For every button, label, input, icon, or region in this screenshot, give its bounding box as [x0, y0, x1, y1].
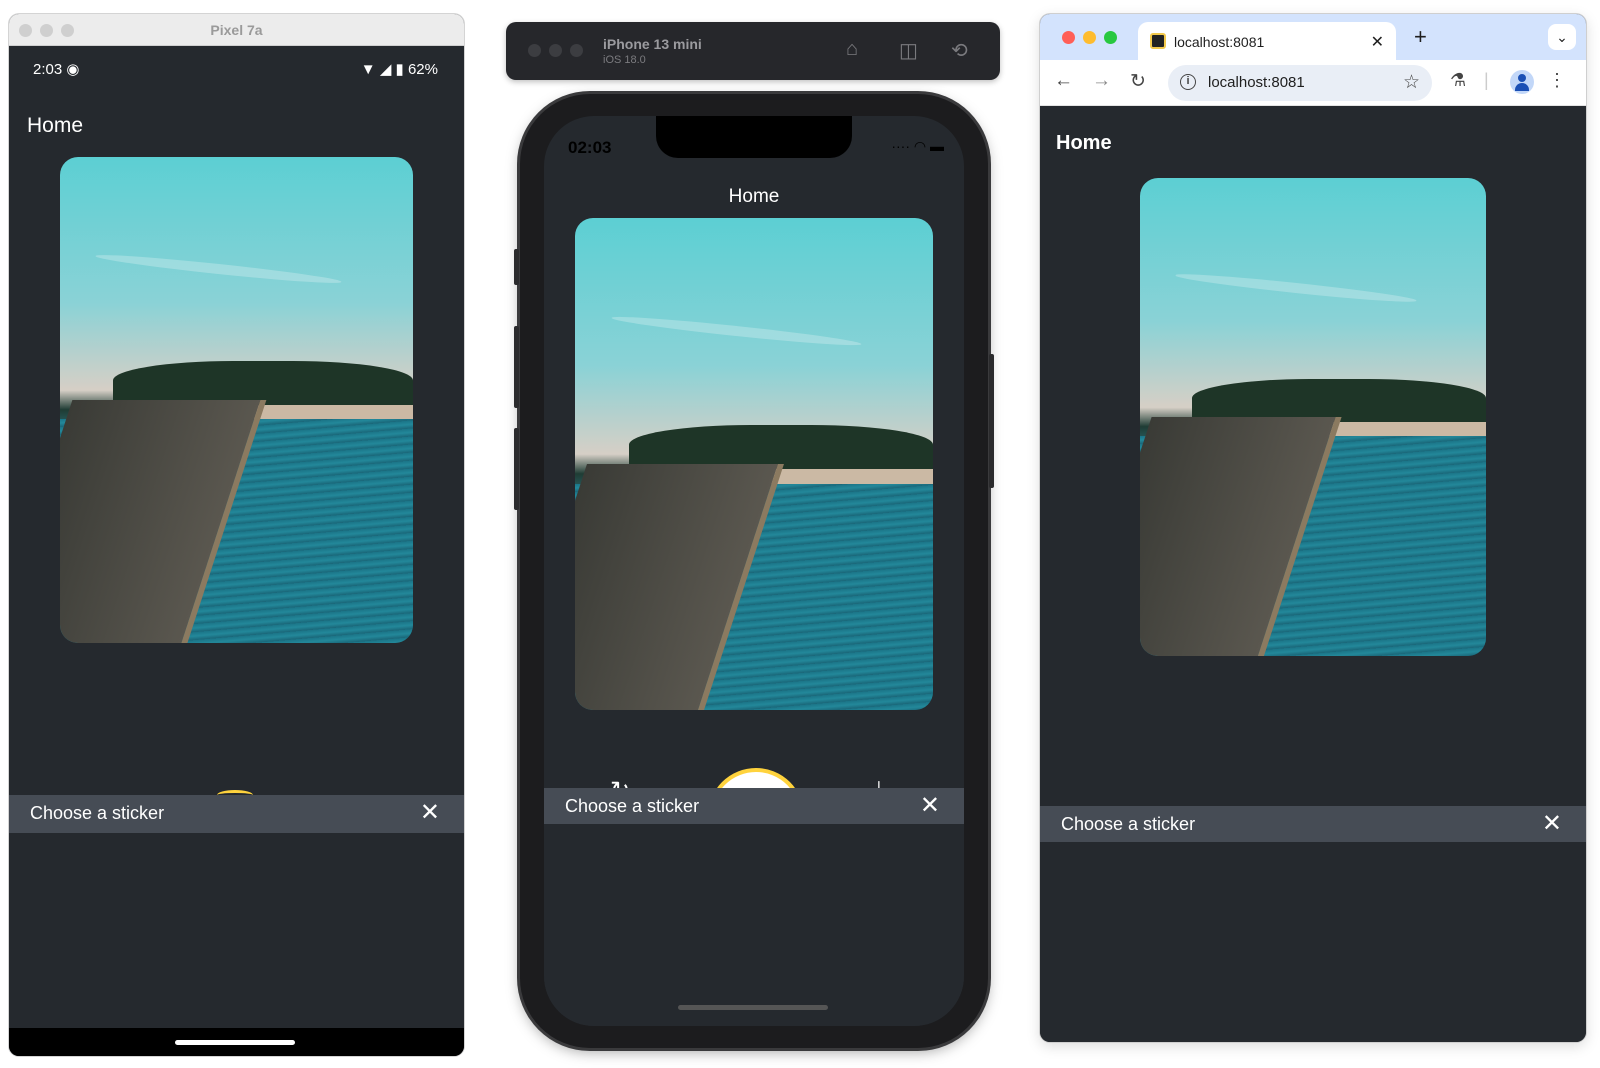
- favicon-icon: [1150, 33, 1166, 49]
- reload-icon[interactable]: ↻: [1130, 70, 1146, 93]
- address-bar[interactable]: i localhost:8081 ☆: [1168, 65, 1432, 101]
- window-zoom-dot[interactable]: [570, 44, 583, 57]
- android-emulator-window: Pixel 7a 2:03 ◉ ▼ ◢ ▮ 62% Home Choose a …: [9, 14, 464, 1056]
- battery-icon: ▬: [930, 138, 944, 154]
- emoji-picker-title-bar: Choose a sticker ✕: [544, 788, 964, 824]
- signal-icon: ◢: [379, 61, 392, 78]
- page-title: Home: [27, 114, 84, 137]
- emoji-picker-title-bar: Choose a sticker ✕: [9, 795, 464, 833]
- android-status-time: 2:03 ◉: [33, 61, 80, 78]
- tab-title: localhost:8081: [1174, 34, 1265, 50]
- emoji-picker-sheet: Choose a sticker ✕: [544, 788, 964, 1026]
- window-minimize-dot[interactable]: [549, 44, 562, 57]
- page-title: Home: [728, 186, 780, 207]
- android-status-bar: 2:03 ◉ ▼ ◢ ▮ 62%: [9, 46, 464, 90]
- android-window-titlebar: Pixel 7a: [9, 14, 464, 46]
- emoji-picker-title: Choose a sticker: [30, 803, 165, 823]
- rotate-icon[interactable]: ⟲: [951, 38, 968, 63]
- iphone-frame: 02:03 ···· ◠ ▬ Home ↻ ⤓ Choose a sticker…: [514, 94, 994, 1048]
- profile-icon[interactable]: [1510, 70, 1534, 94]
- emoji-picker-sheet: Choose a sticker ✕: [1040, 806, 1586, 1042]
- window-minimize-dot[interactable]: [1083, 31, 1096, 44]
- page-title: Home: [1056, 132, 1112, 154]
- ios-simulator-toolbar: iPhone 13 mini iOS 18.0 ⌂ ◫ ⟲: [506, 22, 1000, 80]
- browser-toolbar: ← → ↻ i localhost:8081 ☆ ⚗ | ⋮: [1040, 60, 1586, 106]
- emoji-picker-title: Choose a sticker: [1061, 814, 1196, 834]
- new-tab-button[interactable]: +: [1414, 24, 1427, 50]
- gesture-home-indicator[interactable]: [678, 1005, 828, 1010]
- home-icon[interactable]: ⌂: [846, 38, 858, 61]
- volume-up-button: [514, 326, 519, 408]
- notification-icon: ◉: [66, 61, 80, 78]
- emoji-picker-sheet: Choose a sticker ✕: [9, 795, 464, 1056]
- screenshot-icon[interactable]: ◫: [899, 38, 918, 63]
- star-icon[interactable]: ☆: [1403, 71, 1420, 94]
- wifi-icon: ◠: [913, 138, 927, 154]
- background-image: [1140, 178, 1486, 656]
- signal-icon: ····: [891, 138, 910, 154]
- labs-flask-icon[interactable]: ⚗: [1450, 70, 1466, 91]
- battery-icon: ▮: [395, 61, 404, 78]
- kebab-menu-icon[interactable]: ⋮: [1548, 70, 1566, 91]
- chevron-down-icon[interactable]: ⌄: [1548, 24, 1576, 50]
- volume-down-button: [514, 428, 519, 510]
- background-image: [575, 218, 933, 710]
- forward-arrow-icon[interactable]: →: [1092, 70, 1111, 92]
- emoji-picker-title: Choose a sticker: [565, 796, 700, 816]
- tab-strip: localhost:8081 ✕ + ⌄: [1040, 14, 1586, 60]
- back-arrow-icon[interactable]: ←: [1054, 70, 1073, 92]
- power-button: [989, 354, 994, 488]
- close-icon[interactable]: ✕: [1371, 32, 1384, 52]
- iphone-notch: [656, 116, 852, 158]
- emoji-picker-title-bar: Choose a sticker ✕: [1040, 806, 1586, 842]
- ios-status-time: 02:03: [568, 138, 612, 157]
- background-image: [60, 157, 413, 643]
- window-zoom-dot[interactable]: [1104, 31, 1117, 44]
- chrome-browser-window: localhost:8081 ✕ + ⌄ ← → ↻ i localhost:8…: [1040, 14, 1586, 1042]
- android-navigation-bar: [9, 1028, 464, 1056]
- iphone-screen: 02:03 ···· ◠ ▬ Home ↻ ⤓ Choose a sticker…: [544, 116, 964, 1026]
- simulator-os-version: iOS 18.0: [603, 54, 646, 66]
- battery-level: 62%: [407, 61, 438, 78]
- window-close-dot[interactable]: [528, 44, 541, 57]
- close-icon[interactable]: ✕: [420, 799, 440, 827]
- mute-switch: [514, 249, 519, 285]
- close-icon[interactable]: ✕: [1542, 810, 1562, 838]
- ios-status-right: ···· ◠ ▬: [891, 138, 944, 155]
- close-icon[interactable]: ✕: [920, 792, 940, 820]
- window-close-dot[interactable]: [1062, 31, 1075, 44]
- simulator-device-name: iPhone 13 mini: [603, 36, 702, 52]
- toolbar-divider: |: [1484, 70, 1489, 90]
- android-status-right: ▼ ◢ ▮ 62%: [361, 60, 438, 78]
- browser-tab[interactable]: localhost:8081 ✕: [1138, 22, 1396, 60]
- gesture-home-indicator[interactable]: [175, 1040, 295, 1045]
- info-icon[interactable]: i: [1180, 74, 1196, 90]
- address-bar-url[interactable]: localhost:8081: [1208, 74, 1305, 91]
- wifi-icon: ▼: [360, 61, 376, 78]
- android-window-title: Pixel 7a: [210, 22, 263, 38]
